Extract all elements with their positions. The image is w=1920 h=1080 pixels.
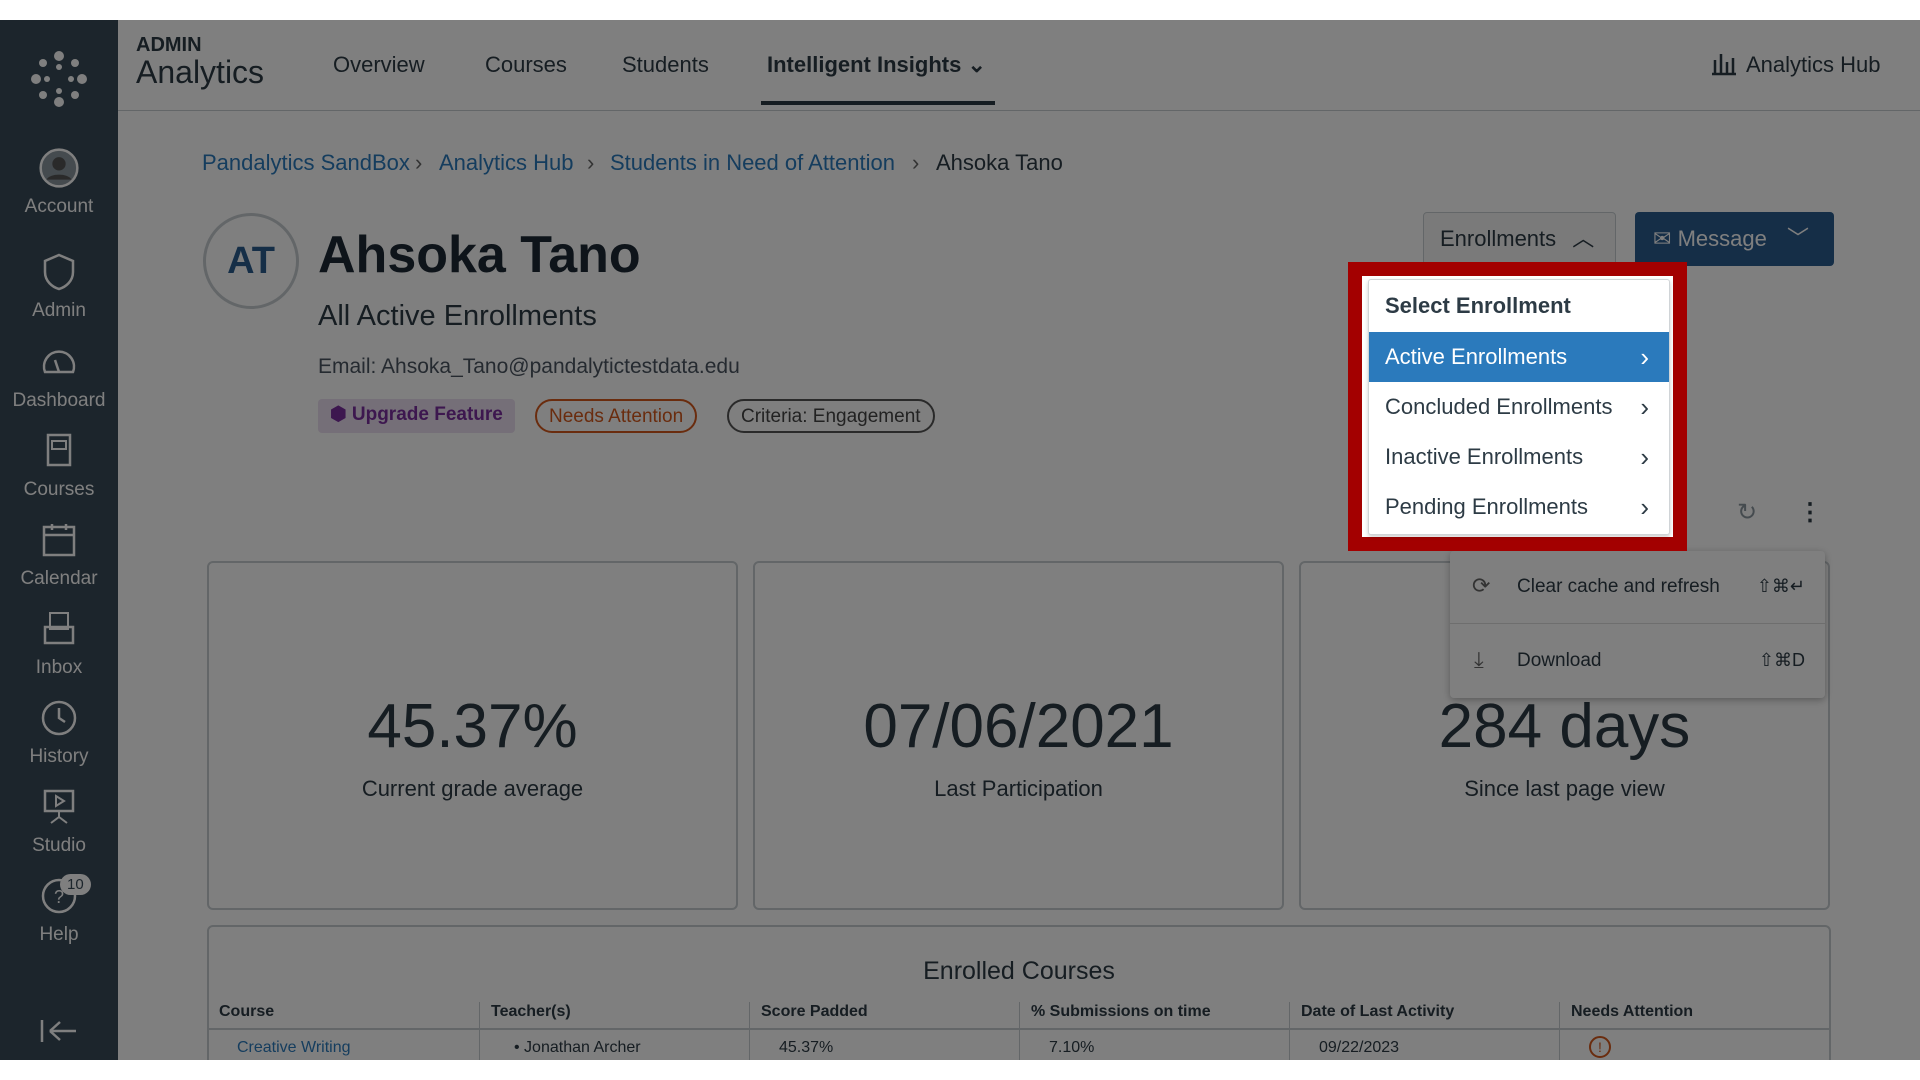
- menu-title: Select Enrollment: [1385, 293, 1571, 318]
- menu-item-inactive[interactable]: Inactive Enrollments ›: [1369, 432, 1669, 482]
- menu-label: Active Enrollments: [1385, 344, 1568, 369]
- menu-label: Pending Enrollments: [1385, 494, 1589, 519]
- chevron-right-icon: ›: [1640, 492, 1649, 522]
- menu-item-concluded[interactable]: Concluded Enrollments ›: [1369, 382, 1669, 432]
- chevron-right-icon: ›: [1640, 442, 1649, 472]
- menu-label: Inactive Enrollments: [1385, 444, 1584, 469]
- chevron-right-icon: ›: [1640, 392, 1649, 422]
- chevron-right-icon: ›: [1640, 342, 1649, 372]
- menu-item-pending[interactable]: Pending Enrollments ›: [1369, 482, 1669, 532]
- menu-label: Concluded Enrollments: [1385, 394, 1613, 419]
- enrollment-menu: Select Enrollment Active Enrollments › Co…: [1368, 279, 1670, 535]
- menu-item-active[interactable]: Active Enrollments ›: [1369, 332, 1669, 382]
